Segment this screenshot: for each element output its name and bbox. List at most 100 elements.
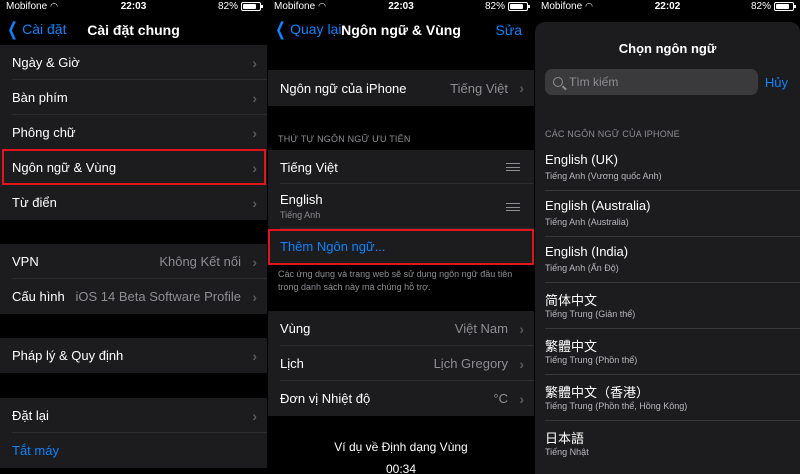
row-value: Việt Nam: [454, 321, 508, 336]
chevron-right-icon: ›: [252, 194, 257, 211]
chevron-right-icon: ›: [252, 54, 257, 71]
reorder-handle-icon[interactable]: [506, 203, 520, 211]
reorder-handle-icon[interactable]: [506, 163, 520, 171]
preferred-language-item[interactable]: English Tiếng Anh: [268, 184, 534, 229]
language-option[interactable]: English (Australia) Tiếng Anh (Australia): [535, 191, 800, 237]
language-name: English (Australia): [545, 198, 651, 213]
battery-status: 82%: [751, 1, 796, 12]
language-subtitle: Tiếng Trung (Phồn thể): [545, 355, 638, 365]
status-bar: Mobifone ◠ 22:02 82%: [535, 0, 800, 14]
row-label: Từ điển: [12, 195, 57, 210]
row-value: iOS 14 Beta Software Profile: [75, 289, 241, 304]
language-subtitle: Tiếng Trung (Phồn thể, Hồng Kông): [545, 401, 688, 411]
cancel-button[interactable]: Hủy: [765, 75, 788, 90]
language-region-screen: Mobifone ◠ 22:03 82% ❮ Quay lại Ngôn ngữ &…: [268, 0, 534, 474]
language-name: 简体中文: [545, 293, 598, 308]
chevron-right-icon: ›: [252, 124, 257, 141]
row-label: Đơn vị Nhiệt độ: [280, 391, 371, 406]
row-label: Ngày & Giờ: [12, 55, 80, 70]
section-header: CÁC NGÔN NGỮ CỦA IPHONE: [545, 129, 680, 139]
row-fonts[interactable]: Phông chữ ›: [0, 115, 267, 150]
row-value: °C: [493, 391, 508, 406]
choose-language-screen: Mobifone ◠ 22:02 82% Chọn ngôn ngữ Tìm ki…: [535, 0, 800, 474]
preferred-language-item[interactable]: Tiếng Việt: [268, 150, 534, 184]
language-option[interactable]: 繁體中文 Tiếng Trung (Phồn thể): [535, 329, 800, 375]
row-label: Ngôn ngữ của iPhone: [280, 80, 407, 96]
chevron-right-icon: ›: [519, 80, 524, 96]
chevron-right-icon: ›: [252, 407, 257, 424]
row-label: Tắt máy: [12, 443, 59, 458]
edit-button[interactable]: Sửa: [496, 22, 523, 38]
battery-icon: [774, 2, 796, 11]
nav-bar: ❮ Quay lại Ngôn ngữ & Vùng Sửa: [268, 15, 534, 45]
row-label: Pháp lý & Quy định: [12, 348, 124, 363]
chevron-right-icon: ›: [519, 320, 524, 337]
format-example-time: 00:34: [385, 462, 417, 474]
row-label: Phông chữ: [12, 125, 76, 140]
row-date-time[interactable]: Ngày & Giờ ›: [0, 45, 267, 80]
language-name: 繁體中文: [545, 339, 598, 354]
search-input[interactable]: Tìm kiếm: [545, 69, 758, 95]
chevron-right-icon: ›: [252, 347, 257, 364]
chevron-right-icon: ›: [519, 355, 524, 372]
language-option[interactable]: English (UK) Tiếng Anh (Vương quốc Anh): [535, 145, 800, 191]
page-title: Cài đặt chung: [87, 22, 180, 38]
language-option[interactable]: 日本語 Tiếng Nhật: [535, 421, 800, 467]
search-placeholder: Tìm kiếm: [569, 75, 619, 89]
language-name: 繁體中文（香港）: [545, 385, 650, 400]
battery-icon: [508, 2, 530, 11]
row-temperature-unit[interactable]: Đơn vị Nhiệt độ °C ›: [268, 381, 534, 416]
row-label: Bàn phím: [12, 90, 68, 105]
chevron-right-icon: ›: [519, 390, 524, 407]
sheet-title: Chọn ngôn ngữ: [618, 41, 717, 56]
row-calendar[interactable]: Lịch Lịch Gregory ›: [268, 346, 534, 381]
language-name: English: [280, 192, 323, 207]
highlight-box: [2, 149, 266, 185]
row-keyboard[interactable]: Bàn phím ›: [0, 80, 267, 115]
row-label: Vùng: [280, 321, 311, 336]
battery-status: 82%: [218, 1, 263, 12]
chevron-right-icon: ›: [252, 89, 257, 106]
shutdown-button[interactable]: Tắt máy: [0, 433, 267, 468]
language-name: English (UK): [545, 152, 618, 167]
row-reset[interactable]: Đặt lại ›: [0, 398, 267, 433]
row-iphone-language[interactable]: Ngôn ngữ của iPhone Tiếng Việt ›: [268, 70, 534, 106]
row-label: Cấu hình: [12, 289, 65, 304]
chevron-right-icon: ›: [252, 288, 257, 305]
footnote-text: Các ứng dụng và trang web sẽ sử dụng ngô…: [278, 269, 513, 292]
general-settings-screen: Mobifone ◠ 22:03 82% ❮ Cài đặt Cài đặt chu…: [0, 0, 267, 474]
row-label: VPN: [12, 254, 39, 269]
language-option[interactable]: English (India) Tiếng Anh (Ấn Độ): [535, 237, 800, 283]
language-option[interactable]: 简体中文 Tiếng Trung (Giản thể): [535, 283, 800, 329]
row-profile[interactable]: Cấu hình iOS 14 Beta Software Profile ›: [0, 279, 267, 314]
status-bar: Mobifone ◠ 22:03 82%: [268, 0, 534, 14]
row-value: Không Kết nối: [159, 254, 241, 269]
language-subtitle: Tiếng Nhật: [545, 447, 589, 457]
language-subtitle: Tiếng Anh (Ấn Độ): [545, 263, 619, 273]
row-label: Lịch: [280, 356, 304, 371]
language-subtitle: Tiếng Anh (Australia): [545, 217, 629, 227]
status-bar: Mobifone ◠ 22:03 82%: [0, 0, 267, 14]
row-dictionary[interactable]: Từ điển ›: [0, 185, 267, 220]
row-vpn[interactable]: VPN Không Kết nối ›: [0, 244, 267, 279]
row-value: Lịch Gregory: [433, 356, 508, 371]
row-label: Đặt lại: [12, 408, 49, 423]
search-icon: [553, 77, 563, 87]
battery-icon: [241, 2, 263, 11]
row-value: Tiếng Việt: [450, 80, 508, 96]
row-region[interactable]: Vùng Việt Nam ›: [268, 311, 534, 346]
format-example-title: Ví dụ về Định dạng Vùng: [334, 440, 468, 454]
section-header: THỨ TỰ NGÔN NGỮ ƯU TIÊN: [278, 134, 411, 144]
language-subtitle: Tiếng Trung (Giản thể): [545, 309, 636, 319]
row-legal[interactable]: Pháp lý & Quy định ›: [0, 338, 267, 373]
language-option[interactable]: 繁體中文（香港） Tiếng Trung (Phồn thể, Hồng Kông…: [535, 375, 800, 421]
language-subtitle: Tiếng Anh (Vương quốc Anh): [545, 171, 662, 181]
language-name: Tiếng Việt: [280, 159, 338, 175]
nav-bar: ❮ Cài đặt Cài đặt chung: [0, 15, 267, 45]
highlight-box: [268, 229, 534, 265]
language-subtitle: Tiếng Anh: [280, 210, 321, 220]
chevron-right-icon: ›: [252, 253, 257, 270]
language-name: English (India): [545, 244, 629, 259]
language-name: 日本語: [545, 431, 585, 446]
page-title: Ngôn ngữ & Vùng: [341, 22, 461, 38]
